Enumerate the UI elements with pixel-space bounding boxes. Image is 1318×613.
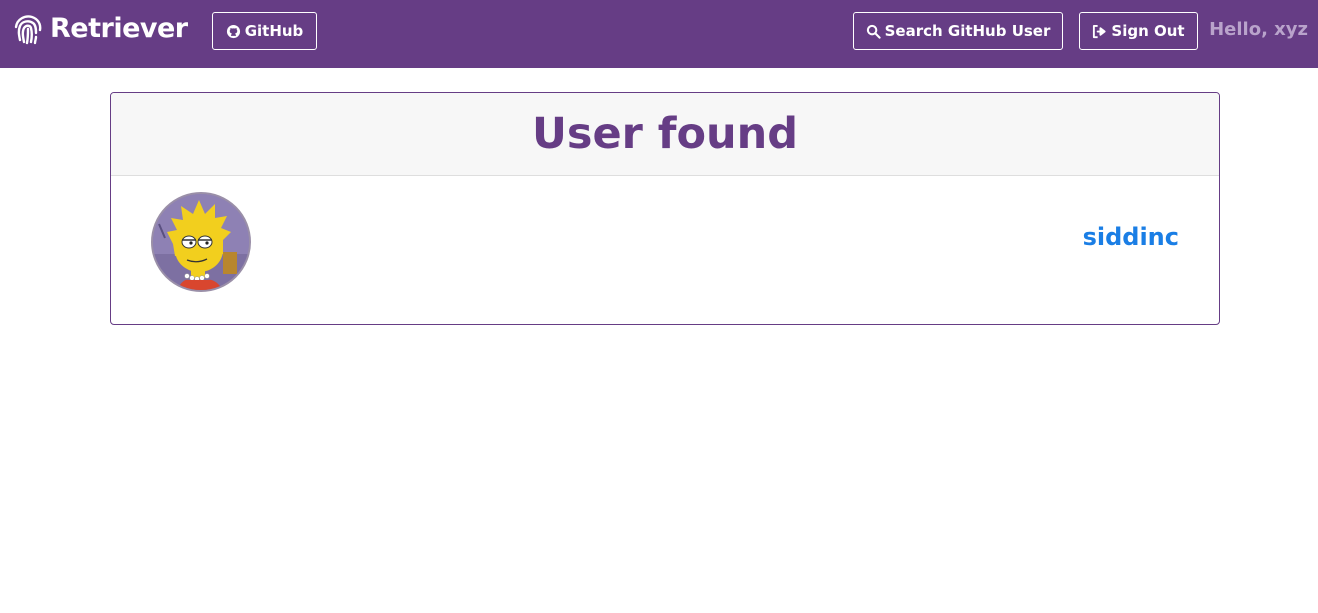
sign-out-button-label: Sign Out bbox=[1111, 22, 1185, 40]
user-result-card: User found siddinc bbox=[110, 92, 1220, 325]
search-github-user-button[interactable]: Search GitHub User bbox=[853, 12, 1063, 50]
sign-out-button[interactable]: Sign Out bbox=[1079, 12, 1198, 50]
search-button-label: Search GitHub User bbox=[884, 22, 1051, 40]
top-navbar: Retriever GitHub Search GitHub User Sign… bbox=[0, 0, 1318, 68]
card-header: User found bbox=[111, 93, 1219, 176]
sign-out-icon bbox=[1092, 24, 1107, 39]
brand-name: Retriever bbox=[50, 13, 188, 44]
card-title: User found bbox=[531, 109, 799, 159]
search-icon bbox=[866, 24, 881, 39]
username-link[interactable]: siddinc bbox=[1083, 222, 1179, 252]
brand-link[interactable]: Retriever bbox=[12, 12, 188, 46]
fingerprint-icon bbox=[12, 13, 44, 45]
github-icon bbox=[226, 24, 241, 39]
card-body: siddinc bbox=[111, 176, 1219, 324]
github-button[interactable]: GitHub bbox=[212, 12, 317, 50]
user-greeting: Hello, xyz bbox=[1209, 19, 1308, 40]
user-avatar[interactable] bbox=[151, 192, 251, 292]
github-button-label: GitHub bbox=[244, 22, 304, 40]
